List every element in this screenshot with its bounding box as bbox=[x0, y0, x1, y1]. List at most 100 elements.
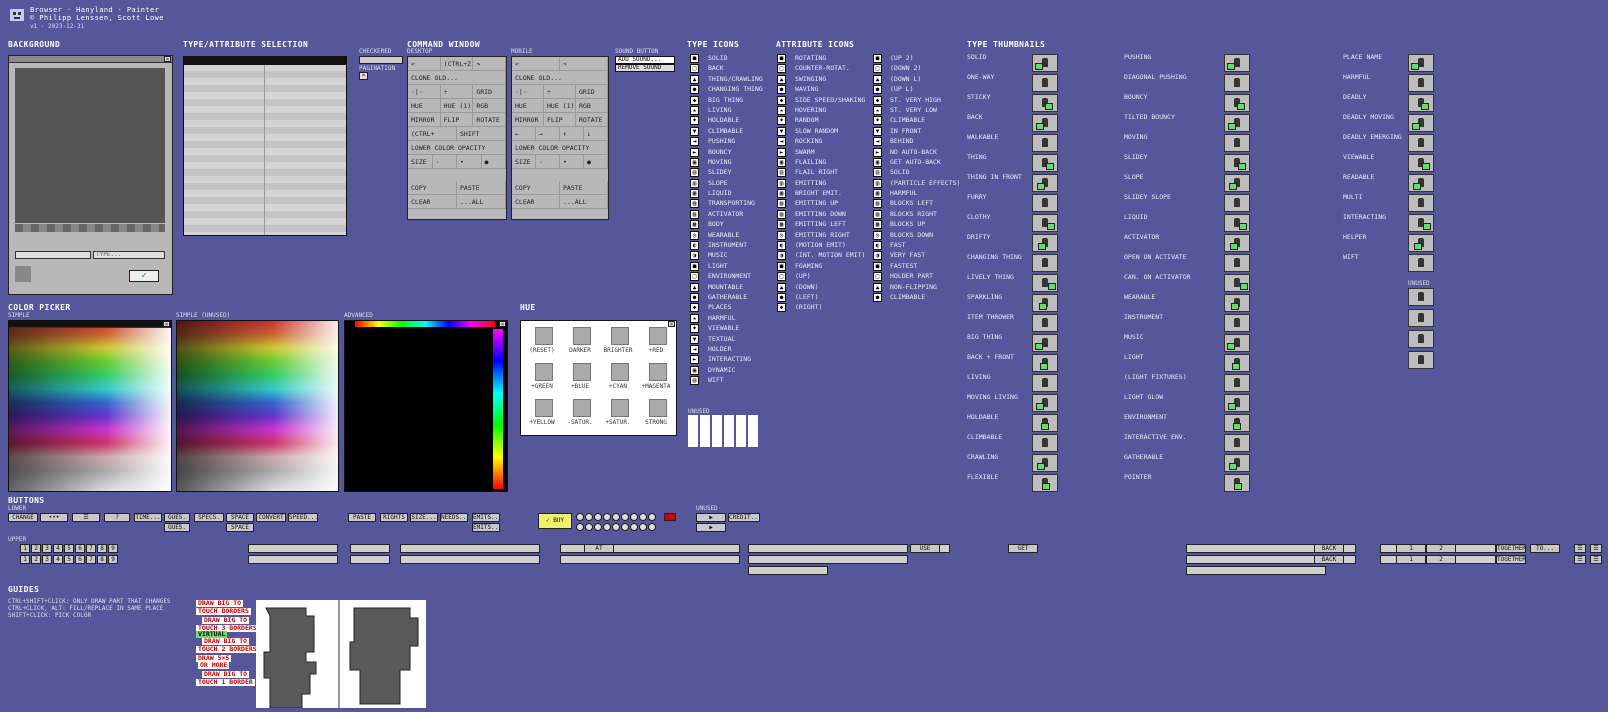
type-thumbnail[interactable] bbox=[1224, 374, 1250, 392]
attribute-icon[interactable]: ▲ bbox=[873, 74, 882, 84]
attribute-icon[interactable]: ◄ bbox=[873, 137, 882, 147]
type-icon[interactable]: ◎ bbox=[690, 230, 699, 240]
hue-swatch[interactable] bbox=[649, 399, 667, 417]
type-thumbnail[interactable] bbox=[1032, 314, 1058, 332]
number-button[interactable]: 5 bbox=[64, 555, 74, 564]
attribute-icon[interactable]: ▲ bbox=[873, 282, 882, 292]
type-icon[interactable]: ★ bbox=[690, 313, 699, 323]
number-button[interactable]: 8 bbox=[97, 544, 107, 553]
number-button[interactable]: 1 bbox=[20, 555, 30, 564]
upper-bar[interactable] bbox=[400, 555, 540, 564]
type-thumbnail[interactable] bbox=[1408, 214, 1434, 232]
size-dot-small[interactable]: · bbox=[433, 155, 457, 168]
number-button[interactable]: 9 bbox=[108, 555, 118, 564]
type-thumbnail[interactable] bbox=[1224, 174, 1250, 192]
type-thumbnail[interactable] bbox=[1032, 154, 1058, 172]
attribute-icon[interactable]: □ bbox=[873, 64, 882, 74]
unused-thumbnail[interactable] bbox=[1408, 309, 1434, 327]
attribute-icon[interactable]: ▣ bbox=[777, 157, 786, 167]
number-button[interactable]: 4 bbox=[53, 544, 63, 553]
color-circle-icon[interactable] bbox=[576, 523, 584, 531]
color-circle-icon[interactable] bbox=[612, 513, 620, 521]
simple-unused-color-grid[interactable] bbox=[176, 320, 339, 492]
type-icon[interactable]: ◐ bbox=[690, 241, 699, 251]
mobile-hue1-button[interactable]: HUE (1) bbox=[544, 99, 576, 112]
type-thumbnail[interactable] bbox=[1224, 74, 1250, 92]
type-thumbnail[interactable] bbox=[1224, 454, 1250, 472]
type-thumbnail[interactable] bbox=[1032, 254, 1058, 272]
upper-label-button[interactable]: GET bbox=[1008, 544, 1038, 553]
hue-swatch[interactable] bbox=[611, 399, 629, 417]
number-button[interactable]: 3 bbox=[42, 544, 52, 553]
attribute-icon[interactable]: ▩ bbox=[873, 220, 882, 230]
color-circle-icon[interactable] bbox=[594, 513, 602, 521]
arrow-up-icon[interactable]: ↑ bbox=[560, 127, 584, 140]
upper-label-button[interactable]: BACK bbox=[1314, 555, 1344, 564]
type-thumbnail[interactable] bbox=[1224, 334, 1250, 352]
number-button[interactable]: 7 bbox=[86, 555, 96, 564]
upper-label-button[interactable]: TOGETHER bbox=[1496, 555, 1526, 564]
type-thumbnail[interactable] bbox=[1408, 254, 1434, 272]
attribute-icon[interactable]: ■ bbox=[777, 261, 786, 271]
number-button[interactable]: 5 bbox=[64, 544, 74, 553]
attribute-icon[interactable]: ◎ bbox=[873, 230, 882, 240]
type-icon[interactable]: ◆ bbox=[690, 303, 699, 313]
hue-swatch[interactable] bbox=[649, 327, 667, 345]
type-icon[interactable]: ▤ bbox=[690, 168, 699, 178]
color-circle-icon[interactable] bbox=[639, 513, 647, 521]
menu-icon[interactable]: ☰ bbox=[1590, 555, 1602, 564]
attribute-icon[interactable]: ■ bbox=[873, 54, 882, 63]
upper-label-button[interactable]: TOGETHER bbox=[1496, 544, 1526, 553]
type-thumbnail[interactable] bbox=[1032, 414, 1058, 432]
lower-button[interactable]: SPECS. bbox=[194, 513, 224, 522]
type-attribute-list[interactable] bbox=[183, 56, 347, 236]
type-thumbnail[interactable] bbox=[1032, 294, 1058, 312]
attribute-icon[interactable]: ★ bbox=[873, 105, 882, 115]
attribute-icon[interactable]: ▼ bbox=[873, 126, 882, 136]
type-icon[interactable]: ▲ bbox=[690, 74, 699, 84]
attribute-icon[interactable]: ◑ bbox=[777, 251, 786, 261]
type-thumbnail[interactable] bbox=[1224, 474, 1250, 492]
attribute-icon[interactable]: ▦ bbox=[777, 189, 786, 199]
menu-icon[interactable]: ☰ bbox=[1574, 555, 1586, 564]
mobile-lower-opacity-button[interactable]: LOWER COLOR OPACITY bbox=[512, 141, 608, 154]
type-icon[interactable]: ▼ bbox=[690, 126, 699, 136]
upper-label-button[interactable]: 2 bbox=[1426, 555, 1456, 564]
lower-button[interactable]: ✓ BUY bbox=[538, 513, 572, 529]
type-icon[interactable]: ▧ bbox=[690, 199, 699, 209]
color-circle-icon[interactable] bbox=[621, 523, 629, 531]
type-thumbnail[interactable] bbox=[1032, 194, 1058, 212]
rotate-button[interactable]: ROTATE bbox=[473, 113, 507, 126]
checkered-toggle[interactable] bbox=[359, 56, 403, 64]
hue-swatch[interactable] bbox=[611, 327, 629, 345]
type-icon[interactable]: ▦ bbox=[690, 189, 699, 199]
mobile-hue-button[interactable]: HUE bbox=[512, 99, 544, 112]
lower-button[interactable]: SPEED... bbox=[288, 513, 318, 522]
menu-icon[interactable]: ☰ bbox=[1574, 544, 1586, 553]
type-thumbnail[interactable] bbox=[1408, 134, 1434, 152]
lower-button[interactable]: RIGHTS bbox=[380, 513, 408, 522]
mirror-button[interactable]: MIRROR bbox=[408, 113, 441, 126]
number-button[interactable]: 6 bbox=[75, 555, 85, 564]
attribute-icon[interactable]: ◆ bbox=[777, 95, 786, 105]
pagination-strip[interactable] bbox=[15, 224, 165, 232]
color-circle-icon[interactable] bbox=[585, 523, 593, 531]
type-thumbnail[interactable] bbox=[1032, 394, 1058, 412]
advanced-hue-slider[interactable] bbox=[493, 329, 503, 489]
type-thumbnail[interactable] bbox=[1224, 54, 1250, 72]
attribute-icon[interactable]: ■ bbox=[873, 261, 882, 271]
credit-button[interactable]: CREDIT... bbox=[728, 513, 760, 522]
attribute-icon[interactable]: □ bbox=[873, 272, 882, 282]
upper-bar[interactable] bbox=[350, 555, 390, 564]
attribute-icon[interactable]: ♦ bbox=[777, 116, 786, 126]
lower-button[interactable]: ☰ bbox=[72, 513, 100, 522]
type-thumbnail[interactable] bbox=[1032, 434, 1058, 452]
color-swatch-red[interactable] bbox=[664, 513, 676, 521]
search-field[interactable] bbox=[15, 251, 91, 259]
flip-v-icon[interactable]: ÷ bbox=[441, 85, 474, 98]
type-icon[interactable]: ♦ bbox=[690, 116, 699, 126]
attribute-icon[interactable]: ▣ bbox=[873, 157, 882, 167]
mobile-flip-button[interactable]: FLIP bbox=[544, 113, 576, 126]
arrow-down-icon[interactable]: ↓ bbox=[584, 127, 608, 140]
type-thumbnail[interactable] bbox=[1032, 134, 1058, 152]
